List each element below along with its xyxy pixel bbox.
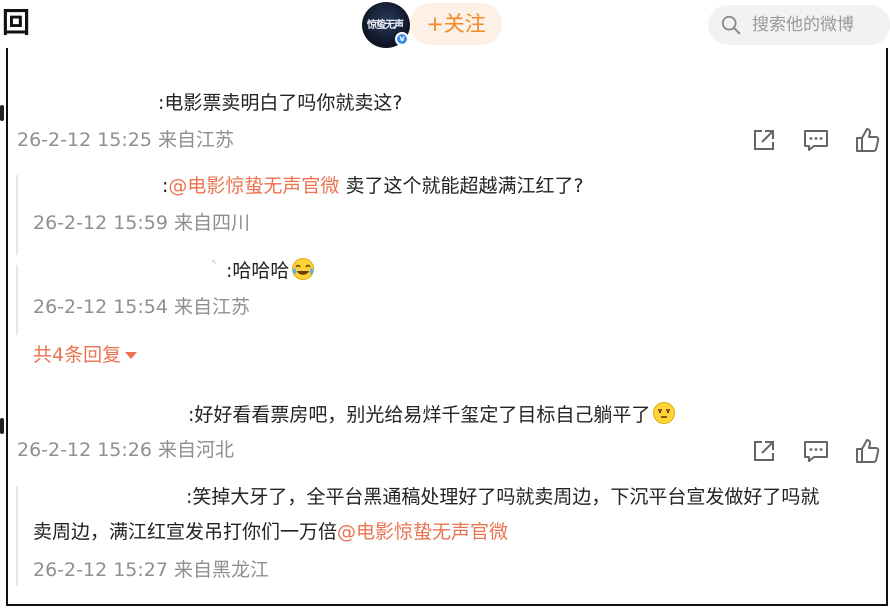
reply-body: :哈哈哈 bbox=[226, 260, 290, 282]
like-icon[interactable] bbox=[853, 126, 881, 154]
edge-mark bbox=[0, 105, 4, 121]
more-replies-label: 共4条回复 bbox=[33, 344, 122, 366]
comment-text: :电影票卖明白了吗你就卖这? bbox=[158, 92, 403, 114]
comment-meta: 26-2-12 15:26 来自河北 bbox=[17, 439, 234, 461]
laugh-cry-emoji bbox=[292, 258, 315, 280]
stray-mark: ` bbox=[210, 258, 220, 280]
reply-thread-line bbox=[16, 486, 18, 586]
reply-text: :@电影惊蛰无声官微 卖了这个就能超越满江红了? bbox=[162, 173, 584, 199]
avatar-logo-text: 惊蛰无声 bbox=[367, 20, 404, 31]
edge-mark bbox=[0, 418, 4, 434]
mention-link[interactable]: @电影惊蛰无声官微 bbox=[168, 175, 339, 197]
like-icon[interactable] bbox=[853, 437, 881, 465]
comment-icon[interactable] bbox=[802, 437, 830, 465]
comment-meta: 26-2-12 15:25 来自江苏 bbox=[17, 129, 234, 151]
reply-meta: 26-2-12 15:27 来自黑龙江 bbox=[33, 559, 269, 581]
comment-icon[interactable] bbox=[802, 126, 830, 154]
share-icon[interactable] bbox=[750, 126, 778, 154]
awkward-emoji bbox=[653, 402, 676, 424]
reply-meta: 26-2-12 15:59 来自四川 bbox=[33, 212, 250, 234]
reply-line-1: :笑掉大牙了，全平台黑通稿处理好了吗就卖周边，下沉平台宣发做好了吗就 bbox=[186, 486, 820, 508]
back-icon[interactable]: 回 bbox=[2, 6, 30, 40]
more-replies-link[interactable]: 共4条回复 bbox=[33, 342, 138, 368]
reply-meta: 26-2-12 15:54 来自江苏 bbox=[33, 296, 250, 318]
reply-thread-line bbox=[16, 265, 18, 335]
comment-body: :好好看看票房吧，别光给易烊千玺定了目标自己躺平了 bbox=[188, 404, 651, 426]
verified-badge-icon: v bbox=[395, 32, 409, 46]
comment-text: :好好看看票房吧，别光给易烊千玺定了目标自己躺平了 bbox=[188, 401, 676, 428]
search-icon bbox=[721, 15, 741, 35]
caret-down-icon bbox=[125, 352, 138, 359]
follow-button[interactable]: +关注 bbox=[410, 3, 502, 45]
search-input[interactable]: 搜索他的微博 bbox=[708, 5, 890, 45]
reply-thread-line bbox=[16, 175, 18, 255]
reply-body: 卖周边，满江红宣发吊打你们一万倍 bbox=[33, 521, 338, 543]
reply-body: 卖了这个就能超越满江红了? bbox=[339, 175, 584, 197]
top-bar: 回 惊蛰无声 v +关注 搜索他的微博 bbox=[0, 0, 890, 48]
share-icon[interactable] bbox=[750, 437, 778, 465]
reply-text: :哈哈哈 bbox=[226, 257, 315, 284]
search-placeholder: 搜索他的微博 bbox=[752, 15, 854, 35]
mention-link[interactable]: @电影惊蛰无声官微 bbox=[337, 521, 508, 543]
reply-line-2: 卖周边，满江红宣发吊打你们一万倍@电影惊蛰无声官微 bbox=[33, 519, 508, 545]
